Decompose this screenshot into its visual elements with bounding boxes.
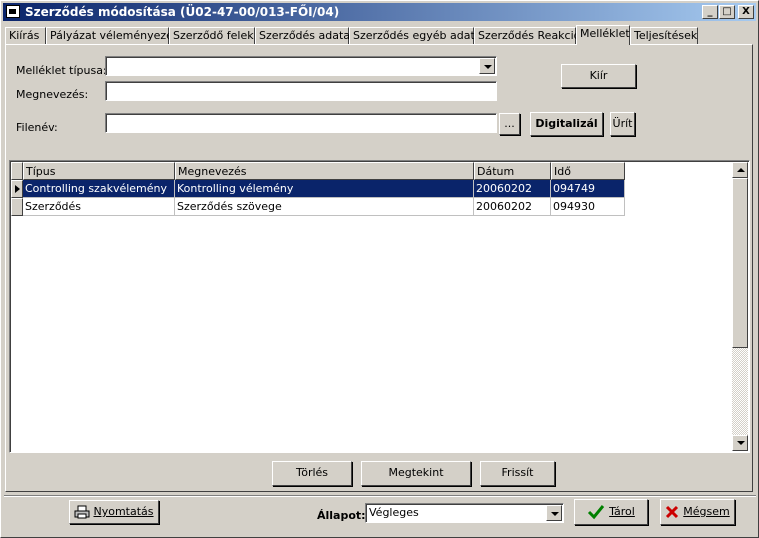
cell-date[interactable]: 20060202	[474, 180, 551, 198]
minimize-button[interactable]: _	[702, 5, 718, 19]
current-row-arrow-icon	[15, 185, 20, 193]
column-header-date[interactable]: Dátum	[474, 162, 551, 180]
row-indicator[interactable]	[11, 198, 23, 216]
save-button[interactable]: Tárol	[574, 499, 648, 525]
print-button[interactable]: Nyomtatás	[69, 500, 159, 524]
close-button[interactable]: X	[738, 5, 754, 19]
cell-name[interactable]: Kontrolling vélemény	[175, 180, 474, 198]
cell-time[interactable]: 094930	[551, 198, 625, 216]
cell-time[interactable]: 094749	[551, 180, 625, 198]
tab-szerzodo-felek[interactable]: Szerződő felek	[169, 27, 255, 44]
chevron-down-icon[interactable]	[546, 505, 562, 521]
app-window: Szerződés módosítása (Ü02-47-00/013-FŐI/…	[0, 0, 759, 538]
scroll-thumb[interactable]	[732, 178, 748, 348]
attachments-grid[interactable]: Típus Megnevezés Dátum Idő Controlling s…	[9, 160, 750, 453]
footer-separator	[4, 495, 756, 497]
type-label: Melléklet típusa:	[16, 64, 107, 77]
row-indicator[interactable]	[11, 180, 23, 198]
grid-vertical-scrollbar[interactable]	[732, 162, 748, 451]
view-button[interactable]: Megtekint	[361, 461, 471, 486]
cancel-button[interactable]: Mégsem	[660, 499, 735, 525]
status-combo-value: Végleges	[369, 506, 419, 519]
title-bar[interactable]: Szerződés módosítása (Ü02-47-00/013-FŐI/…	[3, 3, 756, 21]
name-input[interactable]	[105, 81, 497, 101]
status-label: Állapot:	[317, 509, 366, 522]
cancel-button-label: Mégsem	[683, 505, 730, 518]
file-input[interactable]	[105, 113, 497, 133]
write-button[interactable]: Kiír	[561, 64, 636, 88]
name-label: Megnevezés:	[16, 88, 89, 101]
print-button-label: Nyomtatás	[93, 505, 154, 518]
maximize-button[interactable]: □	[719, 5, 735, 19]
column-header-type[interactable]: Típus	[23, 162, 175, 180]
cell-type[interactable]: Controlling szakvélemény	[23, 180, 175, 198]
printer-icon	[74, 505, 90, 519]
chevron-down-icon[interactable]	[479, 58, 495, 74]
app-icon[interactable]	[6, 5, 20, 18]
tab-strip: Kiírás Pályázat véleményezés Szerződő fe…	[5, 25, 755, 45]
tab-teljesitesek[interactable]: Teljesítések	[630, 27, 698, 44]
grid-corner	[11, 162, 23, 180]
x-icon	[666, 505, 679, 519]
clear-button[interactable]: Ürít	[610, 112, 635, 136]
tab-kiiras[interactable]: Kiírás	[5, 27, 46, 44]
type-combo[interactable]	[105, 56, 497, 76]
cell-type[interactable]: Szerződés	[23, 198, 175, 216]
scroll-down-button[interactable]	[732, 435, 748, 451]
status-combo[interactable]: Végleges	[365, 503, 564, 523]
scroll-up-button[interactable]	[732, 162, 748, 178]
tab-palyazat-velemenyezes[interactable]: Pályázat véleményezés	[46, 27, 179, 44]
tab-szerzodes-reakcio[interactable]: Szerződés Reakció	[474, 27, 580, 44]
column-header-name[interactable]: Megnevezés	[175, 162, 474, 180]
checkmark-icon	[588, 505, 605, 520]
refresh-button[interactable]: Frissít	[480, 461, 555, 486]
browse-button[interactable]: ...	[499, 113, 520, 135]
save-button-label: Tárol	[609, 505, 635, 518]
tab-szerzodes-egyeb-adatai[interactable]: Szerződés egyéb adatai	[349, 27, 485, 44]
cell-name[interactable]: Szerződés szövege	[175, 198, 474, 216]
column-header-time[interactable]: Idő	[551, 162, 625, 180]
cell-date[interactable]: 20060202	[474, 198, 551, 216]
file-label: Filenév:	[16, 121, 58, 134]
tab-szerzodes-adatai[interactable]: Szerződés adatai	[255, 27, 353, 44]
delete-button[interactable]: Törlés	[272, 461, 352, 486]
tab-melleklet[interactable]: Melléklet	[576, 25, 630, 45]
window-title: Szerződés módosítása (Ü02-47-00/013-FŐI/…	[25, 5, 340, 19]
digitize-button[interactable]: Digitalizál	[530, 112, 603, 136]
